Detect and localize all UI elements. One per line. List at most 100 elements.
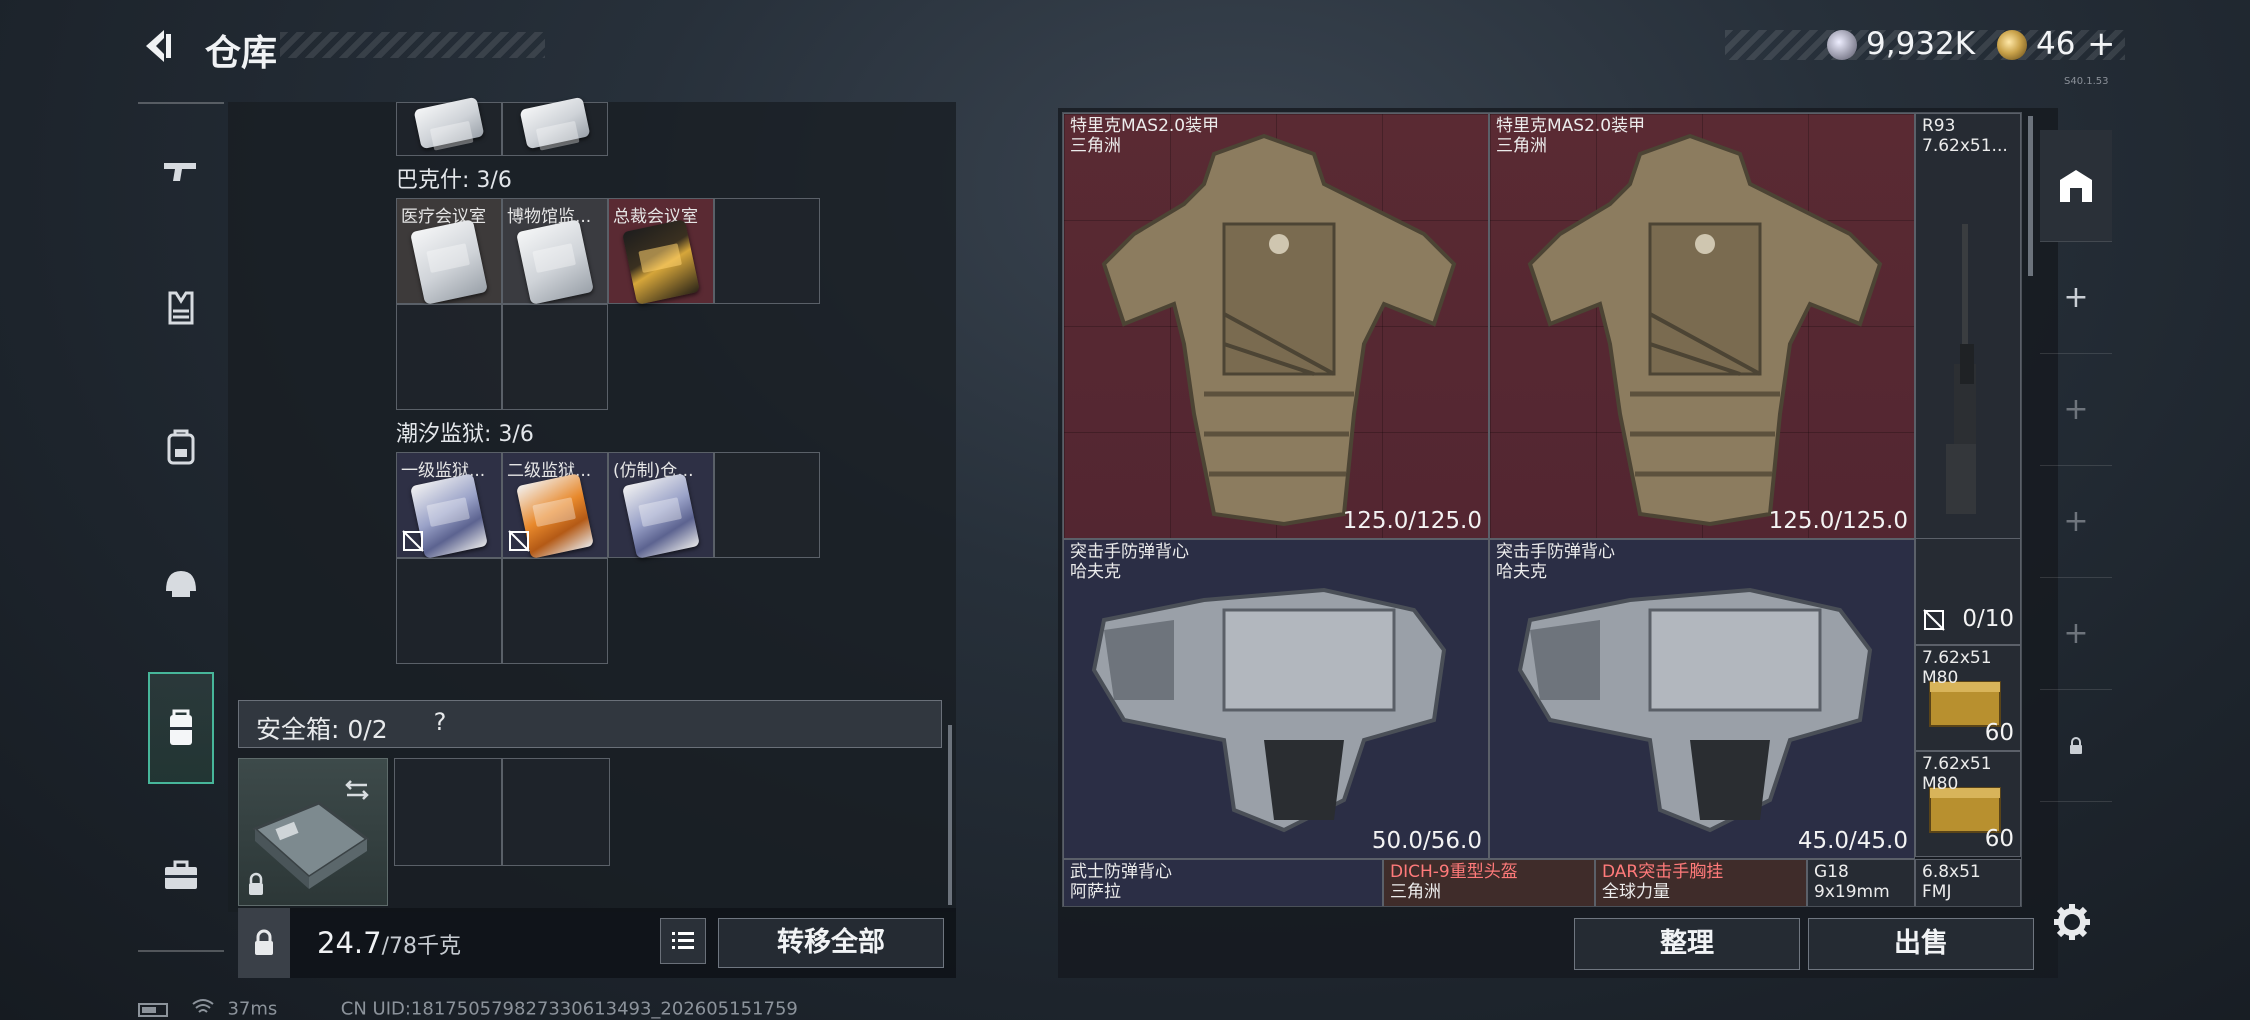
nav-backpack[interactable]: [148, 390, 214, 502]
warehouse-tab-locked[interactable]: [2040, 690, 2112, 802]
warehouse-tab-main[interactable]: [2040, 130, 2112, 242]
item-vest[interactable]: 突击手防弹背心 哈夫克 45.0/45.0: [1489, 539, 1915, 859]
empty-slot[interactable]: [396, 558, 502, 664]
add-currency-button[interactable]: +: [2087, 24, 2123, 64]
nav-armor[interactable]: [148, 252, 214, 364]
item-title: 7.62x51: [1922, 754, 1992, 774]
keycard-slot[interactable]: 博物馆监...: [502, 198, 608, 305]
keycard-image: [516, 219, 594, 305]
safe-empty-slot[interactable]: [394, 758, 502, 866]
safe-box-label: 安全箱: 0/2: [256, 715, 388, 744]
keycard-slot[interactable]: 二级监狱...: [502, 452, 608, 559]
help-button[interactable]: ?: [424, 708, 456, 740]
ammo-quantity: 60: [1984, 720, 2014, 746]
nav-toolbox[interactable]: [148, 818, 214, 930]
helmet-icon: [166, 571, 196, 597]
item-name: G18 9x19mm: [1814, 862, 1890, 902]
keycard-image: [413, 96, 485, 150]
empty-slot[interactable]: [714, 198, 820, 304]
empty-slot[interactable]: [502, 304, 608, 410]
item-subtitle: 7.62x51...: [1922, 136, 2008, 156]
transfer-all-button[interactable]: 转移全部: [718, 918, 944, 968]
no-trade-icon: [508, 530, 530, 552]
item-ammo[interactable]: 7.62x51 M80 60: [1915, 751, 2021, 857]
sort-button[interactable]: 整理: [1574, 918, 1800, 970]
nav-helmet[interactable]: [148, 528, 214, 640]
sell-button[interactable]: 出售: [1808, 918, 2034, 970]
item-ammo[interactable]: 7.62x51 M80 60: [1915, 645, 2021, 751]
right-scrollbar[interactable]: [2028, 116, 2033, 276]
item-ammo[interactable]: 6.8x51 FMJ: [1915, 859, 2021, 906]
keycard-slot[interactable]: 一级监狱...: [396, 452, 502, 559]
lock-button[interactable]: [238, 908, 290, 978]
item-cell-partial[interactable]: [396, 96, 502, 156]
item-durability: 125.0/125.0: [1342, 508, 1482, 534]
item-subtitle: 9x19mm: [1814, 882, 1890, 902]
gold-coin-icon: [1997, 30, 2027, 60]
toolbox-icon: [165, 860, 197, 889]
item-vest[interactable]: 武士防弹背心 阿萨拉: [1063, 859, 1383, 906]
empty-slot[interactable]: [502, 558, 608, 664]
item-title: DICH-9重型头盔: [1390, 862, 1518, 882]
empty-slot[interactable]: [396, 304, 502, 410]
wifi-icon: [192, 998, 214, 1020]
item-title: 6.8x51: [1922, 862, 1981, 882]
item-cell-partial[interactable]: [502, 96, 608, 156]
keycard-image: [622, 473, 700, 559]
item-helmet[interactable]: DICH-9重型头盔 三角洲: [1383, 859, 1595, 906]
battery-icon: [138, 1002, 168, 1017]
item-durability: 50.0/56.0: [1371, 828, 1482, 854]
warehouse-icon: [2060, 169, 2092, 202]
warehouse-tab-add[interactable]: +: [2040, 578, 2112, 690]
keycard-image: [622, 219, 700, 305]
back-arrow-icon[interactable]: [138, 26, 178, 66]
item-rifle[interactable]: R93 7.62x51...: [1915, 113, 2021, 539]
armor-image: [1527, 133, 1883, 527]
nav-weapon[interactable]: [148, 116, 214, 228]
item-armor[interactable]: 特里克MAS2.0装甲 三角洲 125.0/125.0: [1489, 113, 1915, 539]
warehouse-page-tabs: + + + +: [2040, 130, 2112, 930]
warehouse-tab-add[interactable]: +: [2040, 466, 2112, 578]
item-name: 6.8x51 FMJ: [1922, 862, 1981, 902]
item-vest[interactable]: 突击手防弹背心 哈夫克 50.0/56.0: [1063, 539, 1489, 859]
keycard-slot[interactable]: 总裁会议室: [608, 198, 714, 305]
keycard-slot[interactable]: 医疗会议室: [396, 198, 502, 305]
list-icon: [672, 932, 694, 949]
nav-safe-case[interactable]: [148, 672, 214, 784]
item-title: 特里克MAS2.0装甲: [1496, 116, 1646, 136]
item-chest-rig[interactable]: DAR突击手胸挂 全球力量: [1595, 859, 1807, 906]
item-subtitle: 哈夫克: [1496, 562, 1547, 582]
empty-slot[interactable]: [714, 452, 820, 558]
rifle-image: [1946, 224, 1976, 514]
list-view-button[interactable]: [660, 918, 706, 964]
item-name: DAR突击手胸挂 全球力量: [1602, 862, 1723, 902]
warehouse-tab-add[interactable]: +: [2040, 242, 2112, 354]
item-subtitle: 阿萨拉: [1070, 882, 1121, 902]
section-title: 巴克什: 3/6: [396, 168, 512, 193]
item-title: DAR突击手胸挂: [1602, 862, 1724, 882]
left-scrollbar[interactable]: [948, 725, 952, 905]
item-rifle-ammo-count[interactable]: 0/10: [1915, 539, 2021, 645]
item-name: 武士防弹背心 阿萨拉: [1070, 862, 1172, 902]
item-subtitle: M80: [1922, 668, 1959, 688]
safe-box-slot[interactable]: [238, 758, 388, 906]
item-armor[interactable]: 特里克MAS2.0装甲 三角洲 125.0/125.0: [1063, 113, 1489, 539]
lock-icon: [2070, 736, 2082, 754]
item-pistol[interactable]: G18 9x19mm: [1807, 859, 1915, 906]
item-name: 特里克MAS2.0装甲 三角洲: [1070, 116, 1219, 156]
safe-empty-slot[interactable]: [502, 758, 610, 866]
weight-readout: 24.7/78千克: [317, 926, 461, 960]
item-name: 7.62x51 M80: [1922, 754, 1992, 794]
uid: CN UID:181750579827330613493_20260515175…: [340, 998, 798, 1020]
item-title: 武士防弹背心: [1070, 862, 1172, 882]
keycard-slot[interactable]: (仿制)仓...: [608, 452, 714, 559]
item-title: 突击手防弹背心: [1070, 542, 1189, 562]
settings-gear-icon[interactable]: [2050, 900, 2094, 944]
weight-current: 24.7: [317, 926, 382, 960]
page-title: 仓库: [205, 33, 278, 74]
item-name: 突击手防弹背心 哈夫克: [1070, 542, 1189, 582]
item-subtitle: 全球力量: [1602, 882, 1670, 902]
warehouse-tab-add[interactable]: +: [2040, 354, 2112, 466]
item-title: 7.62x51: [1922, 648, 1992, 668]
item-name: 7.62x51 M80: [1922, 648, 1992, 688]
